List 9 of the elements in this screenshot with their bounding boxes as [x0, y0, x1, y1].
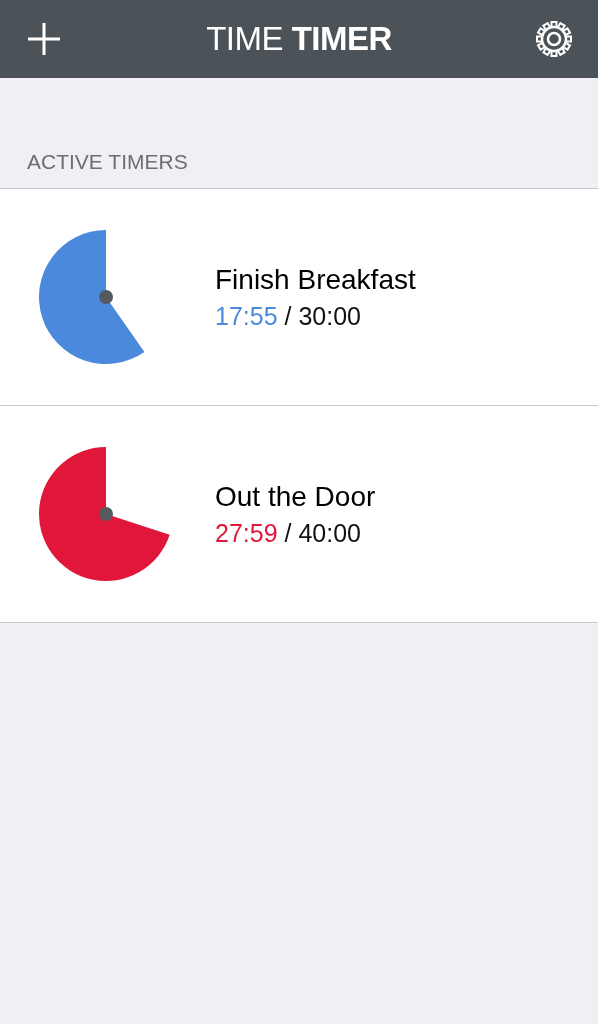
timer-name: Finish Breakfast [215, 263, 416, 296]
remaining-time: 27:59 [215, 518, 278, 548]
remaining-time: 17:55 [215, 301, 278, 331]
total-time: / 40:00 [284, 518, 361, 548]
total-time: / 30:00 [284, 301, 361, 331]
app-title: TIME TIMER [206, 20, 392, 58]
section-title: ACTIVE TIMERS [26, 149, 189, 175]
settings-button[interactable] [534, 19, 574, 59]
timer-name: Out the Door [215, 480, 376, 513]
